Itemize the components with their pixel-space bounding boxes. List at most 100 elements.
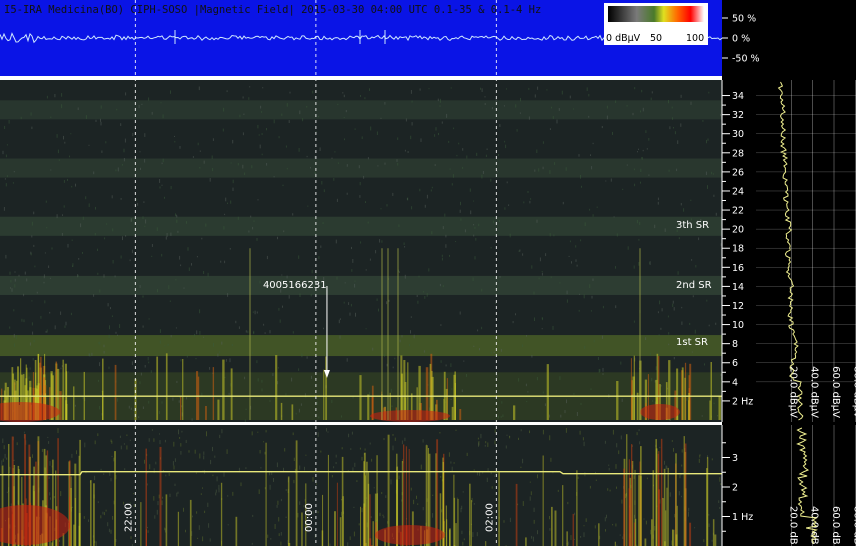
burst-streak — [114, 451, 116, 546]
noise-speck — [148, 400, 150, 404]
noise-speck — [534, 317, 535, 322]
burst-streak — [275, 355, 278, 420]
noise-speck — [719, 507, 721, 509]
noise-speck — [536, 149, 538, 154]
noise-speck — [154, 515, 156, 519]
noise-speck — [307, 205, 309, 207]
noise-speck — [527, 191, 529, 193]
noise-speck — [650, 97, 652, 101]
noise-speck — [283, 230, 285, 233]
noise-speck — [99, 406, 101, 410]
noise-speck — [164, 527, 166, 531]
noise-speck — [691, 351, 693, 353]
burst-streak — [327, 454, 329, 546]
noise-speck — [105, 509, 107, 512]
noise-speck — [253, 330, 255, 335]
noise-speck — [484, 444, 486, 447]
upper-tick-label-15: 4 — [732, 377, 738, 388]
noise-speck — [344, 138, 345, 141]
noise-speck — [5, 254, 7, 259]
noise-speck — [482, 171, 484, 174]
burst-streak — [515, 483, 518, 546]
noise-speck — [606, 105, 608, 109]
upper-tick-label-0: 34 — [732, 91, 744, 102]
noise-speck — [713, 402, 715, 405]
noise-speck — [291, 377, 293, 382]
noise-speck — [267, 534, 269, 538]
resonance-band-0 — [0, 335, 722, 357]
noise-speck — [49, 461, 51, 466]
burst-streak — [470, 500, 472, 546]
noise-speck — [232, 187, 234, 191]
noise-speck — [648, 138, 650, 141]
noise-speck — [720, 113, 721, 117]
noise-speck — [350, 303, 352, 307]
noise-speck — [202, 487, 203, 489]
noise-speck — [174, 483, 176, 487]
noise-speck — [673, 307, 675, 311]
noise-speck — [626, 105, 628, 107]
noise-speck — [168, 285, 170, 290]
noise-speck — [103, 512, 105, 516]
noise-speck — [708, 324, 710, 327]
noise-speck — [264, 451, 266, 455]
noise-speck — [101, 150, 103, 153]
noise-speck — [159, 179, 161, 183]
noise-speck — [232, 139, 234, 144]
burst-streak — [321, 530, 324, 546]
burst-streak — [718, 395, 721, 420]
noise-speck — [28, 376, 30, 379]
resonance-label-1: 2nd SR — [676, 280, 712, 291]
noise-speck — [622, 536, 624, 540]
noise-speck — [30, 112, 32, 116]
noise-speck — [281, 113, 283, 116]
noise-speck — [278, 307, 280, 311]
noise-speck — [694, 527, 696, 529]
noise-speck — [404, 437, 406, 442]
noise-speck — [481, 288, 483, 292]
burst-streak — [684, 377, 686, 420]
noise-speck — [285, 489, 287, 491]
noise-speck — [162, 114, 164, 119]
noise-speck — [371, 458, 373, 462]
noise-speck — [534, 94, 536, 98]
noise-speck — [298, 255, 300, 259]
noise-speck — [520, 429, 522, 432]
noise-speck — [88, 203, 90, 208]
noise-speck — [681, 495, 682, 498]
noise-speck — [512, 321, 514, 324]
noise-speck — [719, 477, 721, 482]
noise-speck — [485, 154, 487, 157]
noise-speck — [401, 335, 403, 338]
noise-speck — [219, 434, 221, 439]
noise-speck — [461, 505, 463, 510]
noise-speck — [450, 398, 452, 401]
noise-speck — [186, 396, 188, 400]
noise-speck — [480, 433, 482, 439]
noise-speck — [610, 178, 612, 182]
noise-speck — [288, 295, 290, 299]
noise-speck — [82, 252, 83, 254]
noise-speck — [365, 269, 367, 271]
noise-speck — [422, 507, 424, 511]
burst-streak — [366, 461, 368, 546]
upper-tick-label-10: 14 — [732, 282, 744, 293]
noise-speck — [463, 538, 465, 541]
noise-speck — [153, 496, 155, 501]
noise-speck — [31, 126, 33, 130]
noise-speck — [151, 255, 153, 257]
noise-speck — [676, 168, 678, 172]
noise-speck — [461, 530, 463, 535]
noise-speck — [602, 305, 604, 309]
noise-speck — [428, 268, 430, 272]
noise-speck — [285, 393, 287, 396]
noise-speck — [534, 169, 536, 172]
noise-speck — [638, 262, 640, 266]
noise-speck — [348, 302, 350, 305]
noise-speck — [418, 275, 420, 278]
noise-speck — [392, 192, 394, 196]
noise-speck — [423, 350, 425, 353]
noise-speck — [621, 499, 623, 504]
noise-speck — [32, 331, 34, 335]
noise-speck — [129, 259, 131, 262]
